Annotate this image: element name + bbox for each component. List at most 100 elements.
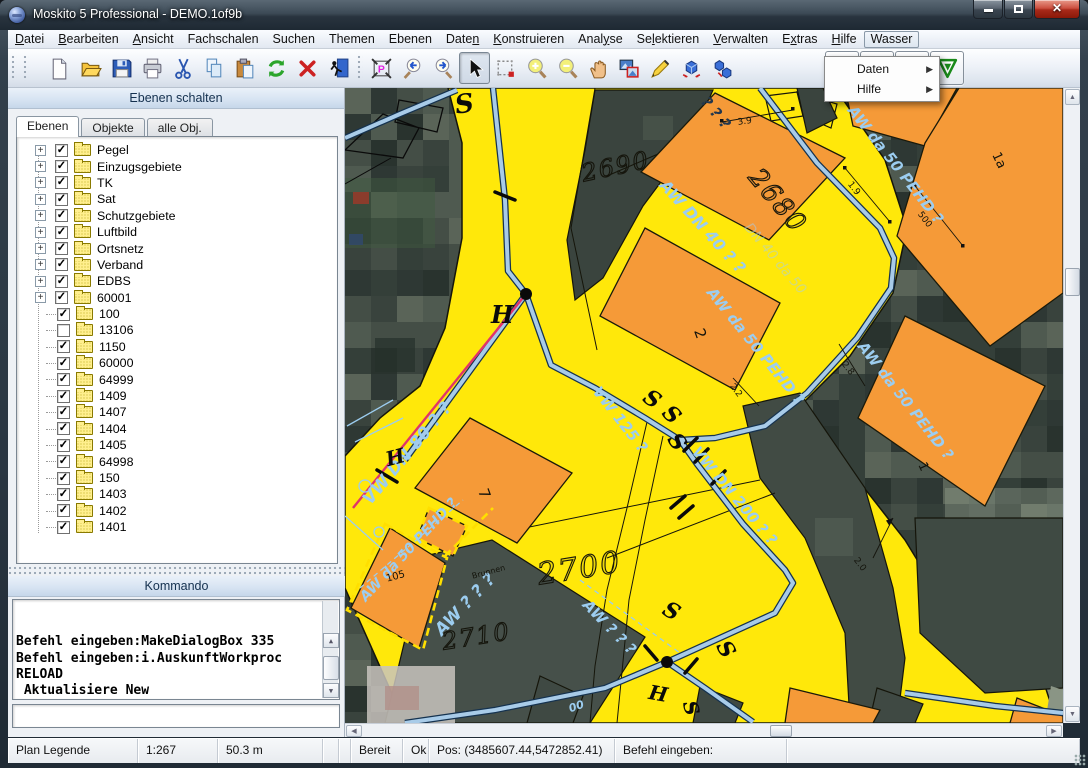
- layer-checkbox[interactable]: ✓: [55, 242, 68, 255]
- layer-row-1150[interactable]: ✓1150: [25, 339, 337, 355]
- save-button[interactable]: [106, 52, 137, 84]
- layer-checkbox[interactable]: ✓: [57, 472, 70, 485]
- expand-icon[interactable]: +: [35, 177, 46, 188]
- scroll-right-icon[interactable]: ▶: [1046, 725, 1062, 737]
- menu-bearbeiten[interactable]: Bearbeiten: [51, 31, 125, 48]
- close-button[interactable]: ✕: [1034, 0, 1080, 19]
- delete-button[interactable]: [292, 52, 323, 84]
- layer-row-64998[interactable]: ✓64998: [25, 453, 337, 469]
- scroll-left-icon[interactable]: ◀: [346, 725, 362, 737]
- layer-checkbox[interactable]: ✓: [55, 209, 68, 222]
- layer-row-1401[interactable]: ✓1401: [25, 519, 337, 535]
- pan-button[interactable]: [583, 52, 614, 84]
- horizontal-scroll-thumb[interactable]: [770, 725, 792, 737]
- layer-checkbox[interactable]: ✓: [57, 455, 70, 468]
- layer-row-64999[interactable]: ✓64999: [25, 371, 337, 387]
- tab-ebenen[interactable]: Ebenen: [16, 116, 79, 137]
- expand-icon[interactable]: +: [35, 292, 46, 303]
- layer-row-1402[interactable]: ✓1402: [25, 503, 337, 519]
- cut-button[interactable]: [168, 52, 199, 84]
- scroll-up-icon[interactable]: ▲: [323, 633, 339, 648]
- cubes-button[interactable]: [707, 52, 738, 84]
- expand-icon[interactable]: +: [35, 161, 46, 172]
- toolbar-grip[interactable]: [11, 55, 17, 81]
- zoom-extent-button[interactable]: P: [366, 52, 397, 84]
- expand-icon[interactable]: +: [35, 210, 46, 221]
- resize-grip[interactable]: [1074, 754, 1086, 766]
- scroll-up-icon[interactable]: ▲: [1065, 89, 1080, 105]
- map-vertical-scrollbar[interactable]: ▲ ▼: [1063, 88, 1080, 723]
- layer-row-Luftbild[interactable]: +✓Luftbild: [25, 224, 337, 240]
- maximize-button[interactable]: [1004, 0, 1033, 19]
- layer-row-1409[interactable]: ✓1409: [25, 388, 337, 404]
- layer-checkbox[interactable]: ✓: [55, 160, 68, 173]
- layer-row-1403[interactable]: ✓1403: [25, 486, 337, 502]
- command-console[interactable]: Befehl eingeben:MakeDialogBox 335 Befehl…: [12, 599, 340, 700]
- layer-checkbox[interactable]: ✓: [57, 422, 70, 435]
- menu-themen[interactable]: Themen: [322, 31, 382, 48]
- layer-checkbox[interactable]: ✓: [57, 504, 70, 517]
- tab-alle-obj-[interactable]: alle Obj.: [147, 118, 213, 137]
- print-button[interactable]: [137, 52, 168, 84]
- console-scroll-thumb[interactable]: [323, 656, 339, 680]
- menu-verwalten[interactable]: Verwalten: [706, 31, 775, 48]
- layer-checkbox[interactable]: ✓: [57, 373, 70, 386]
- layer-row-Sat[interactable]: +✓Sat: [25, 191, 337, 207]
- zoom-in-button[interactable]: [521, 52, 552, 84]
- layer-checkbox[interactable]: ✓: [57, 340, 70, 353]
- new-button[interactable]: [44, 52, 75, 84]
- layer-checkbox[interactable]: ✓: [55, 193, 68, 206]
- layer-checkbox[interactable]: ✓: [55, 176, 68, 189]
- popup-item-daten[interactable]: Daten▶: [825, 59, 939, 79]
- layer-row-1404[interactable]: ✓1404: [25, 421, 337, 437]
- image-button[interactable]: [614, 52, 645, 84]
- layer-row-60000[interactable]: ✓60000: [25, 355, 337, 371]
- toolbar-grip[interactable]: [23, 55, 29, 81]
- scroll-down-icon[interactable]: ▼: [1065, 706, 1080, 722]
- open-button[interactable]: [75, 52, 106, 84]
- layer-row-Ortsnetz[interactable]: +✓Ortsnetz: [25, 240, 337, 256]
- select-area-button[interactable]: [490, 52, 521, 84]
- layer-row-60001[interactable]: +✓60001: [25, 290, 337, 306]
- layer-row-1405[interactable]: ✓1405: [25, 437, 337, 453]
- expand-icon[interactable]: +: [35, 276, 46, 287]
- popup-item-hilfe[interactable]: Hilfe▶: [825, 79, 939, 99]
- layer-checkbox[interactable]: ✓: [57, 357, 70, 370]
- map-canvas[interactable]: VW DN 80 ? ?AW DN 40 ? ?AW da 50 PEHD ?A…: [345, 88, 1063, 723]
- layer-checkbox[interactable]: ✓: [55, 291, 68, 304]
- measure-button[interactable]: [645, 52, 676, 84]
- layer-checkbox[interactable]: ✓: [55, 275, 68, 288]
- menu-selektieren[interactable]: Selektieren: [630, 31, 707, 48]
- layer-row-EDBS[interactable]: +✓EDBS: [25, 273, 337, 289]
- select-button[interactable]: [459, 52, 490, 84]
- toolbar-grip[interactable]: [357, 55, 363, 81]
- layer-checkbox[interactable]: ✓: [57, 406, 70, 419]
- map-horizontal-scrollbar[interactable]: ◀ ▶: [345, 723, 1063, 737]
- menu-konstruieren[interactable]: Konstruieren: [486, 31, 571, 48]
- zoom-out-button[interactable]: [552, 52, 583, 84]
- menu-daten[interactable]: Daten: [439, 31, 486, 48]
- layer-checkbox[interactable]: [57, 324, 70, 337]
- layer-row-13106[interactable]: 13106: [25, 322, 337, 338]
- vertical-scroll-thumb[interactable]: [1065, 268, 1080, 296]
- layer-row-Einzugsgebiete[interactable]: +✓Einzugsgebiete: [25, 158, 337, 174]
- layer-checkbox[interactable]: ✓: [55, 258, 68, 271]
- layer-checkbox[interactable]: ✓: [57, 439, 70, 452]
- copy-button[interactable]: [199, 52, 230, 84]
- menu-ansicht[interactable]: Ansicht: [126, 31, 181, 48]
- menu-ebenen[interactable]: Ebenen: [382, 31, 439, 48]
- layers-tree[interactable]: +✓Pegel+✓Einzugsgebiete+✓TK+✓Sat+✓Schutz…: [16, 136, 338, 564]
- title-bar[interactable]: Moskito 5 Professional - DEMO.1of9b ✕: [0, 0, 1088, 30]
- paste-button[interactable]: [230, 52, 261, 84]
- panel-splitter[interactable]: [8, 566, 345, 576]
- layer-row-1407[interactable]: ✓1407: [25, 404, 337, 420]
- tab-objekte[interactable]: Objekte: [81, 118, 144, 137]
- console-scrollbar[interactable]: ▲ ▼: [322, 601, 338, 698]
- menu-wasser[interactable]: Wasser: [864, 31, 920, 48]
- refresh-button[interactable]: [261, 52, 292, 84]
- expand-icon[interactable]: +: [35, 194, 46, 205]
- run-button[interactable]: [323, 52, 354, 84]
- layer-checkbox[interactable]: ✓: [57, 521, 70, 534]
- expand-icon[interactable]: +: [35, 259, 46, 270]
- layer-checkbox[interactable]: ✓: [55, 144, 68, 157]
